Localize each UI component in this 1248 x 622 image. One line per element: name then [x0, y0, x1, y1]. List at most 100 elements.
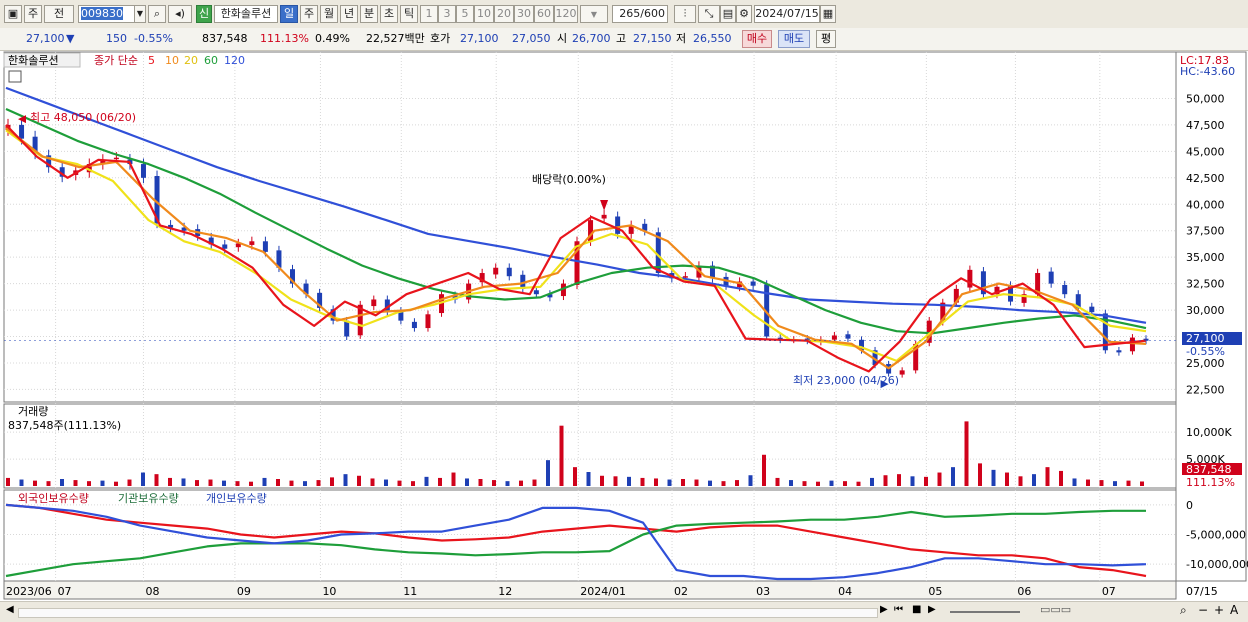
draw-tool-icon[interactable]: ⤡ — [698, 5, 720, 23]
search-icon[interactable]: ⌕ — [148, 5, 166, 23]
layout-icon[interactable]: ▭▭▭ — [1040, 603, 1071, 616]
volume-bar — [681, 479, 685, 486]
current-price: 27,100 — [26, 32, 65, 45]
zoom-out-icon[interactable]: − — [1198, 603, 1208, 617]
volume-bar — [897, 474, 901, 486]
volume-bar — [222, 480, 226, 486]
volume-bar — [694, 479, 699, 486]
zoom-in-icon[interactable]: + — [1214, 603, 1224, 617]
average-button[interactable]: 평 — [816, 30, 836, 48]
week-toggle-button[interactable]: 주 — [24, 5, 42, 23]
volume-bar — [73, 480, 78, 486]
candle-body — [831, 335, 837, 340]
grid-toggle-icon[interactable] — [8, 70, 22, 83]
interval-1[interactable]: 1 — [420, 5, 438, 23]
buy-button[interactable]: 매수 — [742, 30, 772, 48]
x-tick-label: 02 — [674, 585, 688, 598]
legend-ma60: 60 — [204, 54, 218, 67]
period-monthly[interactable]: 월 — [320, 5, 338, 23]
volume-bar — [397, 480, 402, 486]
count-max: /600 — [640, 7, 665, 20]
total-toggle-button[interactable]: 전 — [44, 5, 74, 23]
volume-bar — [357, 475, 361, 486]
interval-20[interactable]: 20 — [494, 5, 514, 23]
volume-bar — [586, 472, 591, 486]
interval-30[interactable]: 30 — [514, 5, 534, 23]
scroll-right-icon[interactable]: ▶ — [880, 604, 888, 615]
period-tick[interactable]: 틱 — [400, 5, 418, 23]
quote-bar: 27,100 ▼ 150 -0.55% 837,548 111.13% 0.49… — [0, 28, 1248, 51]
volume-bar — [316, 480, 321, 486]
low-annotation: 최저 23,000 (04/26) — [793, 374, 899, 387]
candle-body — [222, 244, 228, 249]
period-yearly[interactable]: 년 — [340, 5, 358, 23]
stock-name-field[interactable]: 한화솔루션 — [214, 5, 278, 23]
zoom-slider[interactable] — [950, 611, 1020, 613]
down-arrow-icon: ▼ — [66, 32, 75, 45]
play-icon[interactable]: ▶ — [928, 604, 936, 615]
candle-body — [425, 314, 431, 329]
volume-bar — [600, 475, 604, 486]
date-input[interactable]: 2024/07/15 — [754, 5, 820, 23]
volume-bar — [654, 478, 658, 486]
interval-10[interactable]: 10 — [474, 5, 494, 23]
x-tick-label: 08 — [145, 585, 159, 598]
period-second[interactable]: 초 — [380, 5, 398, 23]
legend-ma5: 5 — [148, 54, 155, 67]
interval-dropdown[interactable]: ▼ — [580, 5, 608, 23]
volume-bar — [1113, 481, 1117, 486]
zoom-icon[interactable]: ⌕ — [1180, 603, 1187, 618]
volume-bar — [951, 467, 955, 486]
sell-button[interactable]: 매도 — [778, 30, 810, 48]
calendar-icon[interactable]: ▦ — [820, 5, 836, 23]
candle-body — [1048, 271, 1054, 284]
volume-bar — [991, 469, 996, 486]
period-daily[interactable]: 일 — [280, 5, 298, 23]
volume-bar — [1018, 476, 1023, 486]
volume-bar — [505, 481, 510, 486]
code-dropdown-icon[interactable]: ▼ — [134, 5, 146, 23]
price-tick-label: 42,500 — [1186, 172, 1225, 185]
scroll-track[interactable] — [18, 608, 878, 618]
candle-body — [1089, 306, 1095, 313]
volume-bar — [114, 481, 118, 486]
count-input[interactable]: 265/600 — [612, 5, 668, 23]
interval-3[interactable]: 3 — [438, 5, 456, 23]
price-change: 150 — [106, 32, 127, 45]
holding-foreign-label: 외국인보유수량 — [18, 492, 89, 505]
rewind-icon[interactable]: ⏮ — [894, 604, 903, 615]
candle-type-icon[interactable]: ⫶ — [674, 5, 696, 23]
volume-bar — [181, 478, 186, 486]
volume-bar — [370, 478, 375, 486]
last-pct-label: -0.55% — [1186, 345, 1225, 358]
price-tick-label: 35,000 — [1186, 251, 1225, 264]
turnover-pct: 0.49% — [315, 32, 350, 45]
scroll-left-icon[interactable]: ◀ — [6, 604, 14, 615]
period-minute[interactable]: 분 — [360, 5, 378, 23]
save-icon[interactable]: ▤ — [720, 5, 736, 23]
window-icon[interactable]: ▣ — [4, 5, 22, 23]
stop-icon[interactable]: ■ — [912, 604, 921, 615]
low-price: 26,550 — [693, 32, 732, 45]
interval-5[interactable]: 5 — [456, 5, 474, 23]
interval-60[interactable]: 60 — [534, 5, 554, 23]
gear-icon[interactable]: ⚙ — [736, 5, 752, 23]
scroll-bar[interactable]: ◀ ▶ ⏮ ■ ▶ ▭▭▭ ⌕ − + A — [0, 601, 1248, 622]
interval-120[interactable]: 120 — [554, 5, 578, 23]
volume-bar — [127, 479, 132, 486]
candle-body — [113, 157, 119, 160]
speaker-icon[interactable]: ◂) — [168, 5, 192, 23]
volume-bar — [195, 480, 199, 486]
volume-bar — [910, 476, 915, 486]
volume-bar — [303, 481, 307, 486]
period-weekly[interactable]: 주 — [300, 5, 318, 23]
volume-bar — [964, 421, 969, 486]
open-label: 시 — [557, 32, 568, 45]
price-tick-label: 40,000 — [1186, 198, 1225, 211]
candle-body — [845, 334, 851, 339]
legend-ma10: 10 — [165, 54, 179, 67]
chart-area: 50,000 47,500 45,000 42,500 40,000 37,500 35,0… — [0, 50, 1248, 601]
holding-tick-label: -10,000,000 — [1186, 558, 1248, 571]
volume-bar — [235, 481, 240, 486]
font-size-icon[interactable]: A — [1230, 603, 1238, 617]
